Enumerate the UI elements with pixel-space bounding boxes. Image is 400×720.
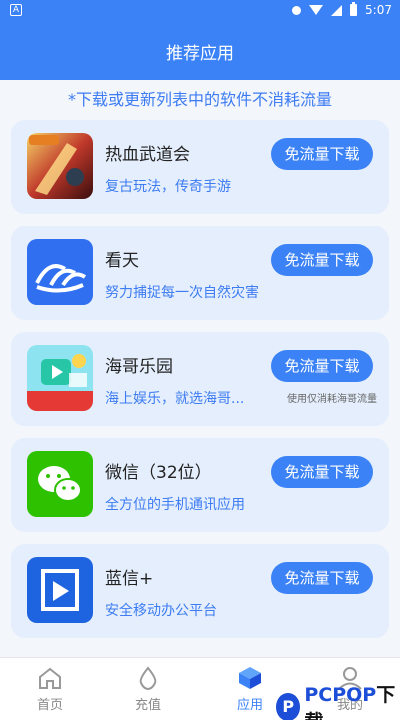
cube-icon: [239, 667, 261, 689]
free-download-button[interactable]: 免流量下载: [271, 244, 373, 276]
pcpop-watermark: P PCPOP下载: [276, 680, 400, 720]
status-time: 5:07: [365, 3, 392, 17]
tab-label: 充值: [134, 698, 161, 713]
wifi-icon: [309, 5, 324, 15]
app-icon-kantian: [27, 239, 93, 305]
free-download-button[interactable]: 免流量下载: [271, 456, 373, 488]
page-title: 推荐应用: [0, 22, 400, 80]
tab-apps[interactable]: 应用: [220, 666, 280, 713]
free-download-button[interactable]: 免流量下载: [271, 562, 373, 594]
pcpop-logo-icon: P: [276, 693, 301, 720]
android-notification-icon: A: [10, 4, 22, 16]
app-name: 海哥乐园: [105, 357, 173, 377]
app-name: 看天: [105, 251, 139, 271]
lanxin-icon: [27, 557, 93, 623]
tab-label: 首页: [36, 698, 63, 713]
app-card[interactable]: 微信（32位） 全方位的手机通讯应用 免流量下载: [11, 438, 389, 532]
tab-label: 应用: [236, 698, 263, 713]
app-name: 蓝信+: [105, 569, 154, 589]
app-icon-haige: [27, 345, 93, 411]
app-desc: 复古玩法，传奇手游: [105, 179, 231, 195]
free-download-button[interactable]: 免流量下载: [271, 138, 373, 170]
app-card[interactable]: 看天 努力捕捉每一次自然灾害 免流量下载: [11, 226, 389, 320]
app-desc: 全方位的手机通讯应用: [105, 497, 245, 513]
app-icon-rexue: [27, 133, 93, 199]
dnd-icon: [292, 5, 302, 15]
signal-icon: [331, 4, 343, 16]
app-card[interactable]: 蓝信+ 安全移动办公平台 免流量下载: [11, 544, 389, 638]
app-card[interactable]: 热血武道会 复古玩法，传奇手游 免流量下载: [11, 120, 389, 214]
battery-icon: [350, 2, 358, 16]
status-bar: A 5:07: [0, 0, 400, 22]
free-data-notice: *下载或更新列表中的软件不消耗流量: [67, 90, 332, 109]
home-icon: [39, 667, 61, 689]
app-name: 微信（32位）: [105, 463, 212, 483]
wechat-icon: [27, 451, 93, 517]
tab-home[interactable]: 首页: [20, 666, 80, 713]
free-download-button[interactable]: 免流量下载: [271, 350, 373, 382]
drop-icon: [139, 666, 157, 690]
data-usage-note: 使用仅消耗海哥流量: [287, 394, 377, 405]
tab-recharge[interactable]: 充值: [118, 666, 178, 713]
status-right: 5:07: [292, 2, 392, 17]
app-desc: 安全移动办公平台: [105, 603, 217, 619]
app-desc: 努力捕捉每一次自然灾害: [105, 285, 259, 301]
app-name: 热血武道会: [105, 145, 190, 165]
pcpop-text: PCPOP下载: [304, 684, 396, 720]
app-desc: 海上娱乐，就选海哥...: [105, 391, 245, 407]
app-card[interactable]: 海哥乐园 海上娱乐，就选海哥... 免流量下载 使用仅消耗海哥流量: [11, 332, 389, 426]
